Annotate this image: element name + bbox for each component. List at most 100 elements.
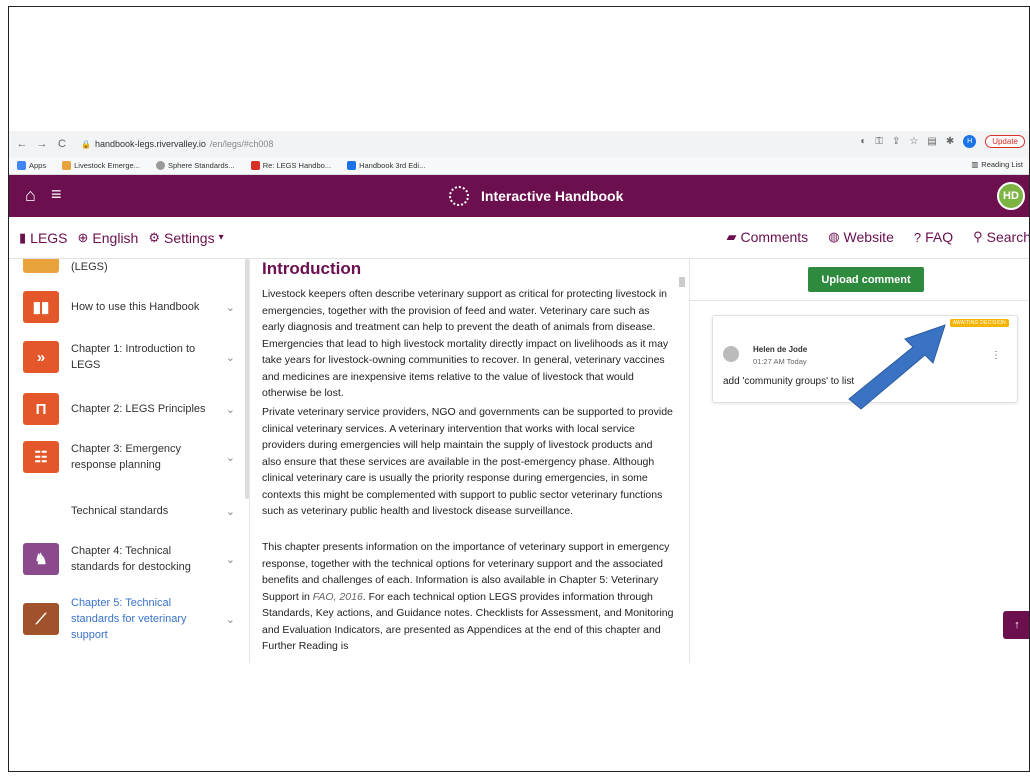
chevron-down-icon[interactable]: ⌄ — [226, 301, 235, 314]
page-title: Introduction — [262, 259, 362, 278]
paragraph-3: This chapter presents information on the… — [262, 541, 674, 652]
browser-address-bar: ← → C 🔒 handbook-legs.rivervalley.io/en/… — [9, 131, 1029, 157]
doc-icon[interactable]: ▤ — [927, 136, 936, 147]
syringe-icon: ⟋ — [23, 603, 59, 635]
share-icon[interactable]: ⇪ — [892, 136, 900, 147]
chevron-down-icon[interactable]: ⌄ — [226, 403, 235, 416]
language-select[interactable]: ⊕ English — [78, 230, 139, 246]
paragraph-1: Livestock keepers often describe veterin… — [262, 288, 669, 399]
url-path: /en/legs/#ch008 — [209, 139, 274, 149]
apps-grid-icon — [17, 161, 26, 170]
bookmarks-bar: Apps Livestock Emerge... Sphere Standard… — [9, 157, 1029, 175]
chevron-down-icon[interactable]: ⌄ — [226, 505, 235, 518]
comment-icon: ▰ — [726, 229, 737, 244]
comments-panel: Upload comment AWAITING DECISION Helen d… — [689, 259, 1029, 663]
sidebar-item-label: Chapter 3: Emergency response planning — [71, 443, 182, 471]
website-link[interactable]: ◍ Website — [828, 229, 894, 245]
paragraph-2: Private veterinary service providers, NG… — [262, 406, 673, 517]
comment-card: AWAITING DECISION Helen de Jode 01:27 AM… — [712, 315, 1018, 403]
chart-icon — [23, 259, 59, 273]
arrow-up-icon: ↑ — [1014, 619, 1020, 631]
menu-icon[interactable]: ≡ — [51, 184, 62, 205]
url-field[interactable]: 🔒 handbook-legs.rivervalley.io/en/legs/#… — [81, 139, 273, 149]
reading-list[interactable]: ▥ Reading List — [971, 160, 1023, 169]
sidebar-item-chapter-2[interactable]: Π Chapter 2: LEGS Principles ⌄ — [23, 393, 245, 425]
chevron-down-icon[interactable]: ⌄ — [226, 613, 235, 626]
scroll-top-button[interactable]: ↑ — [1003, 611, 1029, 639]
user-avatar[interactable]: HD — [997, 182, 1025, 210]
book-icon: ▮ — [19, 229, 27, 245]
back-icon[interactable]: ← — [15, 138, 29, 150]
browser-screenshot: ← → C 🔒 handbook-legs.rivervalley.io/en/… — [9, 131, 1029, 663]
sidebar-item-how-to-use[interactable]: ▮▮ How to use this Handbook ⌄ — [23, 291, 245, 323]
empty-icon-slot — [23, 495, 59, 527]
sphere-icon — [155, 161, 165, 170]
slide-frame: ← → C 🔒 handbook-legs.rivervalley.io/en/… — [8, 6, 1030, 772]
chevron-down-icon[interactable]: ⌄ — [226, 451, 235, 464]
chapter-sidebar: (LEGS) ▮▮ How to use this Handbook ⌄ » C… — [9, 259, 249, 663]
comment-author: Helen de Jode — [753, 345, 808, 354]
chevron-down-icon[interactable]: ⌄ — [226, 351, 235, 364]
caret-down-icon: ▾ — [218, 232, 224, 243]
help-icon: ? — [913, 229, 922, 245]
pillar-icon: Π — [23, 393, 59, 425]
sidebar-item-label: Chapter 2: LEGS Principles — [71, 403, 206, 415]
sub-navigation: ▮ LEGS ⊕ English ⚙ Settings ▾ ▰ Comments ◍ Web… — [9, 217, 1029, 259]
docs-icon — [347, 161, 357, 170]
reference-link[interactable]: FAO, 2016 — [313, 591, 363, 603]
upload-comment-button[interactable]: Upload comment — [808, 267, 924, 292]
sidebar-item-chapter-3[interactable]: ☷ Chapter 3: Emergency response planning… — [23, 441, 245, 473]
sidebar-item-chapter-1[interactable]: » Chapter 1: Introduction to LEGS ⌄ — [23, 341, 245, 373]
puzzle-icon[interactable]: ✱ — [946, 136, 954, 147]
sidebar-item-legs[interactable]: (LEGS) — [23, 259, 245, 275]
comments-toolbar: Upload comment — [690, 259, 1029, 301]
sidebar-item-label: Technical standards — [71, 505, 169, 517]
gear-icon: ⚙ — [148, 229, 160, 245]
content-scrollbar[interactable] — [679, 277, 685, 287]
sidebar-item-technical-standards[interactable]: Technical standards ⌄ — [23, 495, 245, 527]
key-icon[interactable]: ⚿ — [875, 136, 883, 147]
settings-dropdown[interactable]: ⚙ Settings ▾ — [148, 230, 223, 246]
comment-text: add 'community groups' to list — [723, 376, 855, 387]
sidebar-item-label: Chapter 1: Introduction to LEGS — [71, 343, 196, 371]
bookmark-item[interactable]: Sphere Standards... — [155, 161, 235, 170]
update-button[interactable]: Update — [985, 135, 1025, 148]
sidebar-item-label: How to use this Handbook — [71, 301, 200, 313]
chapter-content: Introduction Livestock keepers often des… — [249, 259, 689, 663]
search-icon: ⚲ — [973, 229, 983, 244]
comment-time: 01:27 AM Today — [753, 357, 807, 366]
chevrons-icon: » — [23, 341, 59, 373]
sidebar-item-label: Chapter 5: Technical standards for veter… — [71, 597, 187, 641]
app-title: Interactive Handbook — [449, 186, 623, 206]
book-icon: ▮▮ — [23, 291, 59, 323]
browser-toolbar-right: ◐ ⚿ ⇪ ☆ ▤ ✱ H Update — [860, 135, 1025, 148]
home-icon[interactable]: ⌂ — [25, 185, 36, 206]
bookmark-item[interactable]: Handbook 3rd Edi... — [347, 161, 425, 170]
sidebar-item-chapter-4[interactable]: ♞ Chapter 4: Technical standards for des… — [23, 543, 245, 575]
faq-link[interactable]: ? FAQ — [914, 229, 953, 245]
app-header: ⌂ ≡ Interactive Handbook HD — [9, 175, 1029, 217]
sidebar-item-label: (LEGS) — [71, 261, 108, 273]
forward-icon[interactable]: → — [35, 138, 49, 150]
bookmark-item[interactable]: Apps — [17, 161, 46, 170]
bookmark-item[interactable]: Re: LEGS Handbo... — [250, 161, 331, 170]
url-host: handbook-legs.rivervalley.io — [94, 139, 206, 149]
more-vert-icon[interactable]: ⋮ — [991, 350, 1001, 361]
reading-list-icon: ▥ — [971, 160, 979, 169]
user-avatar-icon — [723, 346, 739, 362]
people-icon: ☷ — [23, 441, 59, 473]
reload-icon[interactable]: C — [55, 138, 69, 150]
comments-link[interactable]: ▰ Comments — [727, 229, 809, 245]
sidebar-item-label: Chapter 4: Technical standards for desto… — [71, 545, 191, 573]
extension-icon[interactable]: ◐ — [860, 136, 866, 147]
handbook-logo-icon — [449, 186, 469, 206]
chevron-down-icon[interactable]: ⌄ — [226, 553, 235, 566]
bookmark-item[interactable]: Livestock Emerge... — [62, 161, 140, 170]
lock-icon: 🔒 — [81, 139, 91, 149]
sidebar-item-chapter-5[interactable]: ⟋ Chapter 5: Technical standards for vet… — [23, 595, 245, 643]
profile-avatar[interactable]: H — [963, 135, 977, 148]
search-link[interactable]: ⚲ Search — [973, 229, 1029, 245]
legs-link[interactable]: ▮ LEGS — [19, 230, 68, 246]
gmail-icon — [250, 161, 260, 170]
bookmark-star-icon[interactable]: ☆ — [909, 136, 918, 147]
